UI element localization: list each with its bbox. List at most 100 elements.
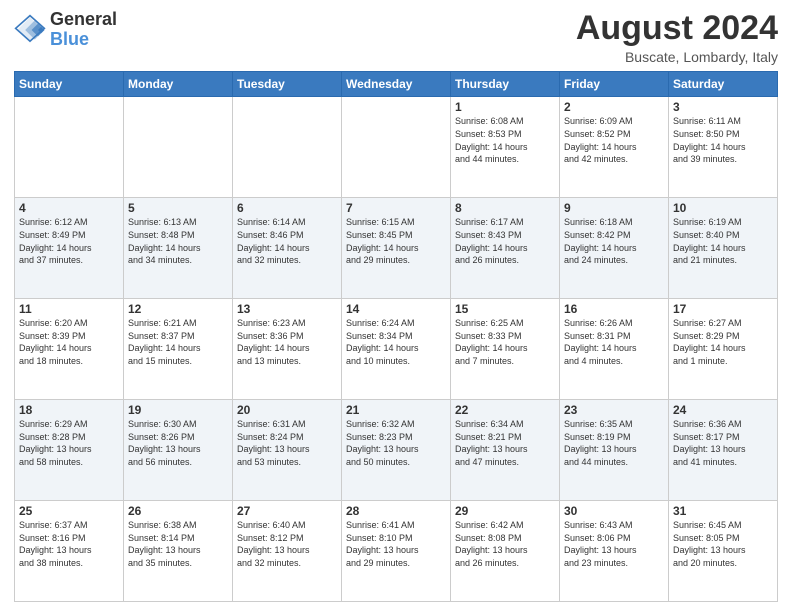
day-header-friday: Friday	[560, 72, 669, 97]
week-row-2: 4Sunrise: 6:12 AM Sunset: 8:49 PM Daylig…	[15, 198, 778, 299]
day-cell: 31Sunrise: 6:45 AM Sunset: 8:05 PM Dayli…	[669, 501, 778, 602]
day-info: Sunrise: 6:26 AM Sunset: 8:31 PM Dayligh…	[564, 317, 664, 367]
day-info: Sunrise: 6:36 AM Sunset: 8:17 PM Dayligh…	[673, 418, 773, 468]
day-cell: 10Sunrise: 6:19 AM Sunset: 8:40 PM Dayli…	[669, 198, 778, 299]
day-number: 30	[564, 504, 664, 518]
day-number: 6	[237, 201, 337, 215]
title-block: August 2024 Buscate, Lombardy, Italy	[576, 10, 778, 65]
day-number: 10	[673, 201, 773, 215]
header-row: SundayMondayTuesdayWednesdayThursdayFrid…	[15, 72, 778, 97]
day-info: Sunrise: 6:41 AM Sunset: 8:10 PM Dayligh…	[346, 519, 446, 569]
day-cell: 22Sunrise: 6:34 AM Sunset: 8:21 PM Dayli…	[451, 400, 560, 501]
day-cell: 5Sunrise: 6:13 AM Sunset: 8:48 PM Daylig…	[124, 198, 233, 299]
day-cell: 18Sunrise: 6:29 AM Sunset: 8:28 PM Dayli…	[15, 400, 124, 501]
day-cell: 12Sunrise: 6:21 AM Sunset: 8:37 PM Dayli…	[124, 299, 233, 400]
day-info: Sunrise: 6:34 AM Sunset: 8:21 PM Dayligh…	[455, 418, 555, 468]
day-number: 27	[237, 504, 337, 518]
day-cell: 19Sunrise: 6:30 AM Sunset: 8:26 PM Dayli…	[124, 400, 233, 501]
day-info: Sunrise: 6:32 AM Sunset: 8:23 PM Dayligh…	[346, 418, 446, 468]
day-cell: 6Sunrise: 6:14 AM Sunset: 8:46 PM Daylig…	[233, 198, 342, 299]
calendar-subtitle: Buscate, Lombardy, Italy	[576, 49, 778, 65]
day-cell: 4Sunrise: 6:12 AM Sunset: 8:49 PM Daylig…	[15, 198, 124, 299]
day-info: Sunrise: 6:13 AM Sunset: 8:48 PM Dayligh…	[128, 216, 228, 266]
day-info: Sunrise: 6:09 AM Sunset: 8:52 PM Dayligh…	[564, 115, 664, 165]
day-cell: 14Sunrise: 6:24 AM Sunset: 8:34 PM Dayli…	[342, 299, 451, 400]
week-row-3: 11Sunrise: 6:20 AM Sunset: 8:39 PM Dayli…	[15, 299, 778, 400]
day-cell: 28Sunrise: 6:41 AM Sunset: 8:10 PM Dayli…	[342, 501, 451, 602]
day-number: 7	[346, 201, 446, 215]
day-info: Sunrise: 6:20 AM Sunset: 8:39 PM Dayligh…	[19, 317, 119, 367]
header: General Blue August 2024 Buscate, Lombar…	[14, 10, 778, 65]
day-number: 20	[237, 403, 337, 417]
day-info: Sunrise: 6:29 AM Sunset: 8:28 PM Dayligh…	[19, 418, 119, 468]
day-info: Sunrise: 6:42 AM Sunset: 8:08 PM Dayligh…	[455, 519, 555, 569]
logo: General Blue	[14, 10, 117, 50]
page: General Blue August 2024 Buscate, Lombar…	[0, 0, 792, 612]
calendar-table: SundayMondayTuesdayWednesdayThursdayFrid…	[14, 71, 778, 602]
day-cell: 7Sunrise: 6:15 AM Sunset: 8:45 PM Daylig…	[342, 198, 451, 299]
day-info: Sunrise: 6:14 AM Sunset: 8:46 PM Dayligh…	[237, 216, 337, 266]
day-cell: 27Sunrise: 6:40 AM Sunset: 8:12 PM Dayli…	[233, 501, 342, 602]
day-number: 2	[564, 100, 664, 114]
day-number: 12	[128, 302, 228, 316]
logo-line1: General	[50, 10, 117, 30]
day-info: Sunrise: 6:18 AM Sunset: 8:42 PM Dayligh…	[564, 216, 664, 266]
day-number: 31	[673, 504, 773, 518]
day-number: 29	[455, 504, 555, 518]
day-number: 14	[346, 302, 446, 316]
day-number: 5	[128, 201, 228, 215]
day-number: 23	[564, 403, 664, 417]
day-cell	[15, 97, 124, 198]
day-number: 25	[19, 504, 119, 518]
logo-icon	[14, 14, 46, 46]
day-info: Sunrise: 6:24 AM Sunset: 8:34 PM Dayligh…	[346, 317, 446, 367]
day-number: 22	[455, 403, 555, 417]
day-header-sunday: Sunday	[15, 72, 124, 97]
logo-text: General Blue	[50, 10, 117, 50]
day-number: 19	[128, 403, 228, 417]
day-cell: 11Sunrise: 6:20 AM Sunset: 8:39 PM Dayli…	[15, 299, 124, 400]
day-number: 9	[564, 201, 664, 215]
day-info: Sunrise: 6:23 AM Sunset: 8:36 PM Dayligh…	[237, 317, 337, 367]
day-cell: 15Sunrise: 6:25 AM Sunset: 8:33 PM Dayli…	[451, 299, 560, 400]
day-info: Sunrise: 6:43 AM Sunset: 8:06 PM Dayligh…	[564, 519, 664, 569]
week-row-1: 1Sunrise: 6:08 AM Sunset: 8:53 PM Daylig…	[15, 97, 778, 198]
day-number: 16	[564, 302, 664, 316]
day-cell	[124, 97, 233, 198]
day-cell: 26Sunrise: 6:38 AM Sunset: 8:14 PM Dayli…	[124, 501, 233, 602]
week-row-5: 25Sunrise: 6:37 AM Sunset: 8:16 PM Dayli…	[15, 501, 778, 602]
day-number: 13	[237, 302, 337, 316]
day-header-saturday: Saturday	[669, 72, 778, 97]
day-header-thursday: Thursday	[451, 72, 560, 97]
day-number: 18	[19, 403, 119, 417]
day-cell: 21Sunrise: 6:32 AM Sunset: 8:23 PM Dayli…	[342, 400, 451, 501]
week-row-4: 18Sunrise: 6:29 AM Sunset: 8:28 PM Dayli…	[15, 400, 778, 501]
day-info: Sunrise: 6:12 AM Sunset: 8:49 PM Dayligh…	[19, 216, 119, 266]
day-number: 4	[19, 201, 119, 215]
day-info: Sunrise: 6:15 AM Sunset: 8:45 PM Dayligh…	[346, 216, 446, 266]
day-info: Sunrise: 6:40 AM Sunset: 8:12 PM Dayligh…	[237, 519, 337, 569]
day-info: Sunrise: 6:35 AM Sunset: 8:19 PM Dayligh…	[564, 418, 664, 468]
day-cell: 24Sunrise: 6:36 AM Sunset: 8:17 PM Dayli…	[669, 400, 778, 501]
day-info: Sunrise: 6:08 AM Sunset: 8:53 PM Dayligh…	[455, 115, 555, 165]
day-cell: 25Sunrise: 6:37 AM Sunset: 8:16 PM Dayli…	[15, 501, 124, 602]
day-info: Sunrise: 6:27 AM Sunset: 8:29 PM Dayligh…	[673, 317, 773, 367]
day-cell: 1Sunrise: 6:08 AM Sunset: 8:53 PM Daylig…	[451, 97, 560, 198]
day-cell: 8Sunrise: 6:17 AM Sunset: 8:43 PM Daylig…	[451, 198, 560, 299]
day-cell	[342, 97, 451, 198]
day-info: Sunrise: 6:30 AM Sunset: 8:26 PM Dayligh…	[128, 418, 228, 468]
day-number: 17	[673, 302, 773, 316]
day-cell: 29Sunrise: 6:42 AM Sunset: 8:08 PM Dayli…	[451, 501, 560, 602]
day-info: Sunrise: 6:31 AM Sunset: 8:24 PM Dayligh…	[237, 418, 337, 468]
day-cell	[233, 97, 342, 198]
day-cell: 13Sunrise: 6:23 AM Sunset: 8:36 PM Dayli…	[233, 299, 342, 400]
day-number: 8	[455, 201, 555, 215]
day-number: 24	[673, 403, 773, 417]
day-cell: 30Sunrise: 6:43 AM Sunset: 8:06 PM Dayli…	[560, 501, 669, 602]
day-info: Sunrise: 6:45 AM Sunset: 8:05 PM Dayligh…	[673, 519, 773, 569]
day-number: 28	[346, 504, 446, 518]
day-cell: 3Sunrise: 6:11 AM Sunset: 8:50 PM Daylig…	[669, 97, 778, 198]
day-info: Sunrise: 6:38 AM Sunset: 8:14 PM Dayligh…	[128, 519, 228, 569]
day-cell: 16Sunrise: 6:26 AM Sunset: 8:31 PM Dayli…	[560, 299, 669, 400]
day-cell: 2Sunrise: 6:09 AM Sunset: 8:52 PM Daylig…	[560, 97, 669, 198]
